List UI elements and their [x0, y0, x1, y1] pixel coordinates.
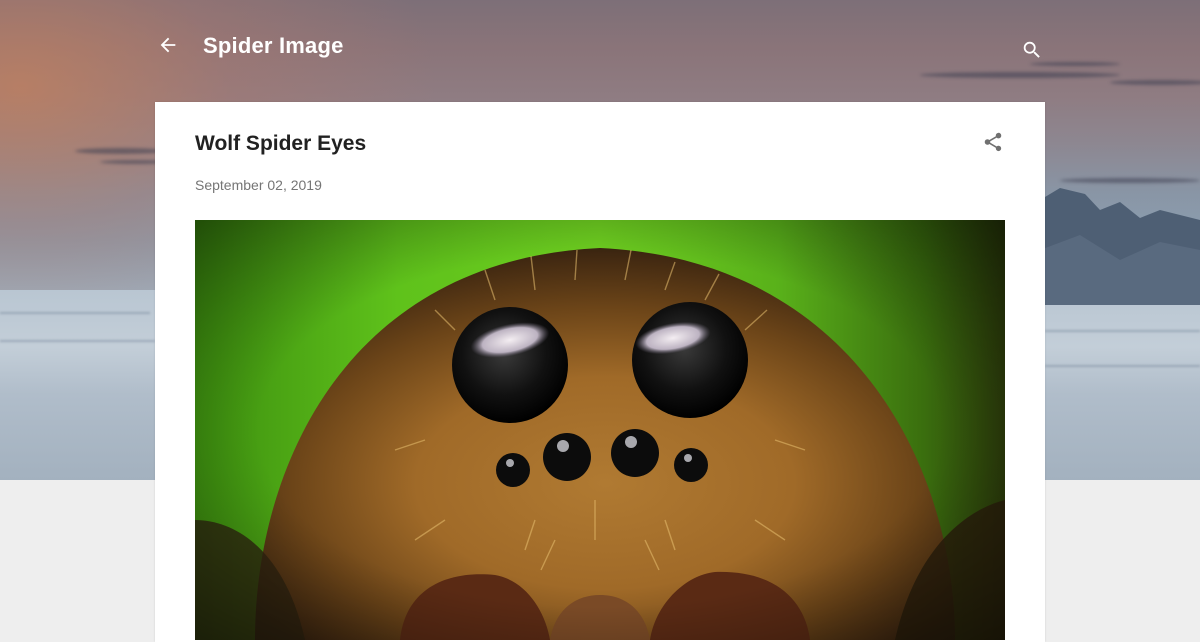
search-button[interactable]: [1019, 39, 1045, 65]
post-card: Wolf Spider Eyes September 02, 2019: [155, 102, 1045, 642]
arrow-left-icon: [157, 34, 179, 61]
back-button[interactable]: [155, 34, 181, 60]
search-icon: [1021, 39, 1043, 66]
top-bar: Spider Image: [155, 20, 1045, 80]
post-date: September 02, 2019: [195, 177, 322, 193]
post-image-spider[interactable]: [195, 220, 1005, 640]
post-title[interactable]: Wolf Spider Eyes: [195, 132, 366, 156]
blog-title[interactable]: Spider Image: [203, 33, 344, 59]
share-button[interactable]: [979, 130, 1007, 158]
share-icon: [982, 131, 1004, 158]
